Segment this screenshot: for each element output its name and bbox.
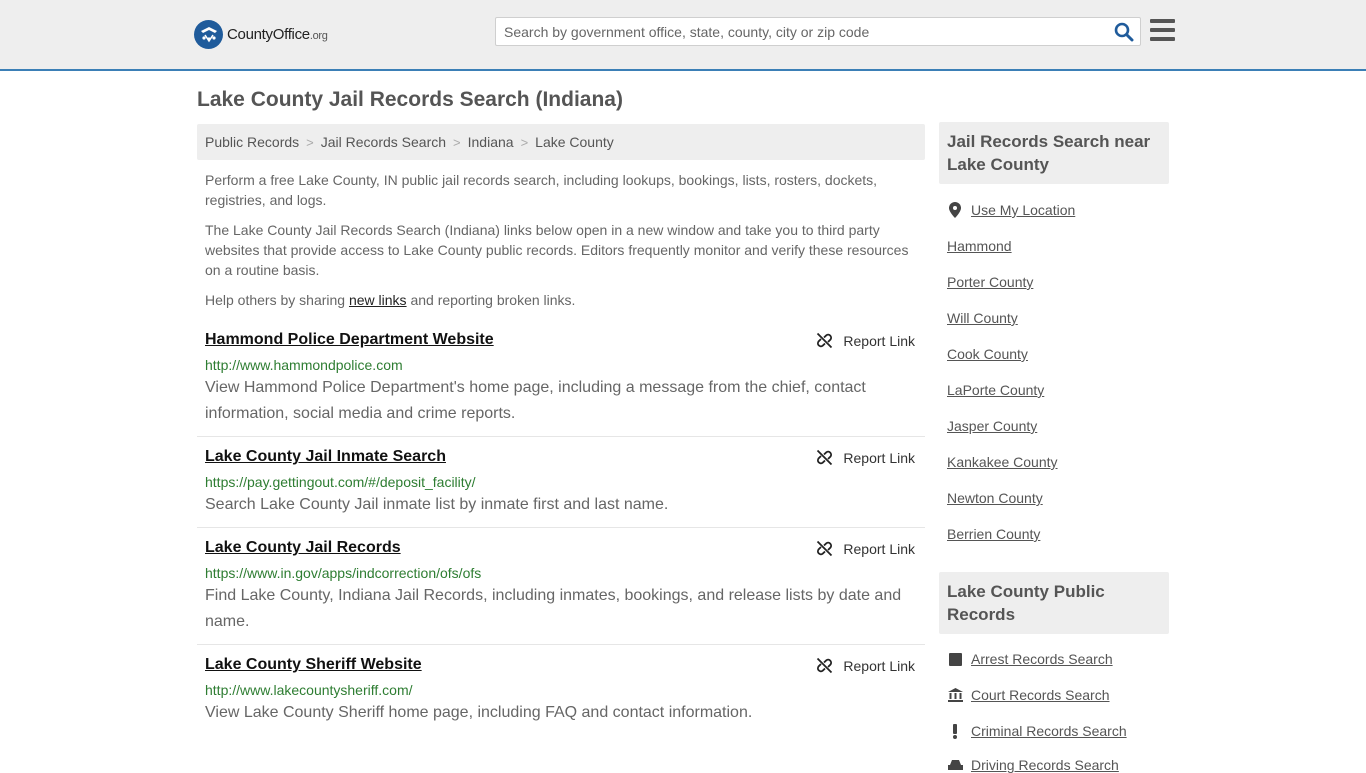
logo-text: CountyOffice.org: [227, 26, 328, 43]
nearby-link-newton-county[interactable]: Newton County: [947, 490, 1043, 506]
listing-title-link[interactable]: Lake County Sheriff Website: [205, 656, 422, 674]
broken-link-icon: [817, 540, 833, 557]
listing-item: Lake County Jail Records Report Link htt…: [197, 539, 925, 645]
logo-emblem-icon: [194, 20, 223, 49]
chevron-right-icon: >: [453, 134, 461, 150]
intro-paragraph-1: Perform a free Lake County, IN public ja…: [205, 172, 878, 208]
broken-link-icon: [817, 657, 833, 674]
search-input[interactable]: [496, 18, 1096, 45]
intro-paragraph-3: Help others by sharing new links and rep…: [205, 292, 576, 308]
listing-url: https://pay.gettingout.com/#/deposit_fac…: [205, 474, 476, 490]
search-box: [495, 17, 1141, 46]
report-link-button[interactable]: Report Link: [816, 449, 915, 466]
listing-item: Lake County Jail Inmate Search Report Li…: [197, 448, 925, 528]
nearby-link-jasper-county[interactable]: Jasper County: [947, 418, 1037, 434]
listing-item: Hammond Police Department Website Report…: [197, 331, 925, 437]
listing-description: Find Lake County, Indiana Jail Records, …: [205, 587, 902, 630]
hamburger-menu-icon[interactable]: [1150, 19, 1175, 41]
report-link-button[interactable]: Report Link: [816, 540, 915, 557]
sidebar-public-records-heading: Lake County Public Records: [939, 572, 1169, 634]
report-link-button[interactable]: Report Link: [816, 332, 915, 349]
nearby-link-porter-county[interactable]: Porter County: [947, 274, 1033, 290]
exclamation-icon: [947, 723, 963, 739]
listing-item: Lake County Sheriff Website Report Link …: [197, 656, 925, 768]
driving-records-link[interactable]: Driving Records Search: [947, 757, 1119, 773]
court-records-link[interactable]: Court Records Search: [947, 687, 1110, 703]
listing-title-link[interactable]: Lake County Jail Records: [205, 539, 401, 557]
breadcrumb-lake-county[interactable]: Lake County: [535, 134, 614, 150]
page-title: Lake County Jail Records Search (Indiana…: [197, 88, 623, 111]
listing-url: http://www.hammondpolice.com: [205, 357, 403, 373]
listing-description: View Hammond Police Department's home pa…: [205, 379, 866, 422]
top-header: CountyOffice.org: [0, 0, 1366, 71]
listing-description: Search Lake County Jail inmate list by i…: [205, 496, 669, 513]
breadcrumb-public-records[interactable]: Public Records: [205, 134, 299, 150]
broken-link-icon: [817, 449, 833, 466]
nearby-link-will-county[interactable]: Will County: [947, 310, 1018, 326]
courthouse-icon: [947, 688, 963, 702]
use-my-location-link[interactable]: Use My Location: [947, 202, 1075, 218]
map-pin-icon: [947, 202, 963, 218]
listing-title-link[interactable]: Hammond Police Department Website: [205, 331, 494, 349]
broken-link-icon: [817, 332, 833, 349]
nearby-link-laporte-county[interactable]: LaPorte County: [947, 382, 1044, 398]
breadcrumb-jail-records[interactable]: Jail Records Search: [321, 134, 446, 150]
car-icon: [947, 759, 963, 772]
listing-description: View Lake County Sheriff home page, incl…: [205, 704, 753, 721]
chevron-right-icon: >: [306, 134, 314, 150]
nearby-link-berrien-county[interactable]: Berrien County: [947, 526, 1040, 542]
site-logo[interactable]: CountyOffice.org: [194, 20, 328, 49]
nearby-link-kankakee-county[interactable]: Kankakee County: [947, 454, 1058, 470]
report-link-button[interactable]: Report Link: [816, 657, 915, 674]
breadcrumb-indiana[interactable]: Indiana: [468, 134, 514, 150]
intro-paragraph-2: The Lake County Jail Records Search (Ind…: [205, 222, 909, 278]
search-icon[interactable]: [1114, 22, 1134, 42]
listing-title-link[interactable]: Lake County Jail Inmate Search: [205, 448, 446, 466]
arrest-records-link[interactable]: Arrest Records Search: [947, 651, 1113, 667]
new-links-link[interactable]: new links: [349, 292, 407, 308]
nearby-link-cook-county[interactable]: Cook County: [947, 346, 1028, 362]
square-icon: [947, 652, 963, 666]
nearby-link-hammond[interactable]: Hammond: [947, 238, 1012, 254]
sidebar-nearby-heading: Jail Records Search near Lake County: [939, 122, 1169, 184]
listing-url: https://www.in.gov/apps/indcorrection/of…: [205, 565, 482, 581]
criminal-records-link[interactable]: Criminal Records Search: [947, 723, 1127, 739]
chevron-right-icon: >: [520, 134, 529, 150]
listing-url: http://www.lakecountysheriff.com/: [205, 682, 413, 698]
breadcrumb: Public Records > Jail Records Search > I…: [197, 124, 925, 160]
